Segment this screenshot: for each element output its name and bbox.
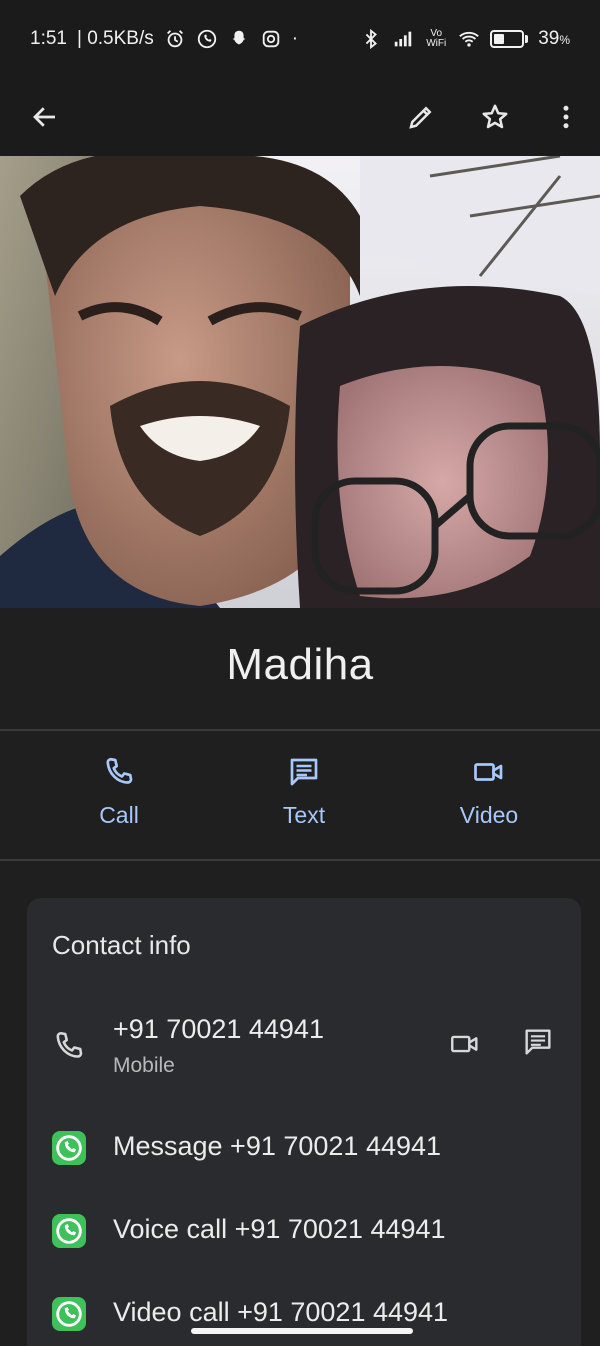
whatsapp-status-icon (196, 28, 218, 50)
network-speed: | 0.5KB/s (76, 28, 154, 49)
quick-actions: Call Text Video (0, 744, 600, 856)
status-time: 1:51 (30, 28, 67, 49)
instagram-icon (260, 28, 282, 50)
phone-type: Mobile (113, 1054, 175, 1077)
signal-icon (392, 28, 414, 50)
whatsapp-video-call-text: Video call +91 70021 44941 (113, 1297, 449, 1327)
call-button[interactable]: Call (49, 754, 189, 829)
phone-number: +91 70021 44941 (113, 1014, 324, 1044)
message-icon[interactable] (518, 1022, 558, 1062)
more-vert-icon[interactable] (539, 90, 593, 144)
whatsapp-icon (51, 1296, 87, 1332)
whatsapp-voice-call-text: Voice call +91 70021 44941 (113, 1214, 446, 1244)
whatsapp-message-row[interactable]: Message +91 70021 44941 (27, 1126, 581, 1170)
video-button[interactable]: Video (419, 754, 559, 829)
call-label: Call (99, 802, 139, 828)
home-indicator[interactable] (191, 1328, 413, 1334)
app-bar (0, 78, 600, 156)
notification-dot: · (291, 28, 299, 49)
contact-info-card: Contact info +91 70021 44941 Mobile Mess… (27, 898, 581, 1346)
phone-row[interactable]: +91 70021 44941 Mobile (27, 1010, 581, 1090)
video-label: Video (459, 802, 519, 828)
whatsapp-icon (51, 1130, 87, 1166)
divider-bottom (0, 859, 600, 861)
phone-icon (51, 1028, 87, 1064)
videocam-icon[interactable] (445, 1024, 485, 1064)
contact-info-title: Contact info (52, 930, 191, 960)
text-label: Text (282, 802, 326, 828)
wifi-icon (458, 28, 480, 50)
message-icon (290, 758, 318, 786)
bluetooth-icon (360, 28, 382, 50)
edit-pencil-icon[interactable] (394, 90, 448, 144)
phone-icon (106, 757, 133, 784)
text-button[interactable]: Text (234, 754, 374, 829)
whatsapp-voice-call-row[interactable]: Voice call +91 70021 44941 (27, 1209, 581, 1253)
vowifi-label: Vo WiFi (426, 28, 447, 49)
status-bar: 1:51 | 0.5KB/s · Vo WiFi 39% (0, 0, 600, 78)
back-arrow-icon[interactable] (18, 90, 72, 144)
divider-top (0, 729, 600, 731)
contact-name: Madiha (226, 640, 374, 689)
star-icon[interactable] (468, 90, 522, 144)
whatsapp-icon (51, 1213, 87, 1249)
alarm-icon (164, 28, 186, 50)
videocam-icon (474, 763, 503, 781)
whatsapp-message-text: Message +91 70021 44941 (113, 1131, 442, 1161)
battery-percent: 39% (538, 28, 570, 49)
snapchat-icon (228, 28, 250, 50)
battery-icon (490, 30, 529, 48)
contact-photo (0, 156, 600, 608)
